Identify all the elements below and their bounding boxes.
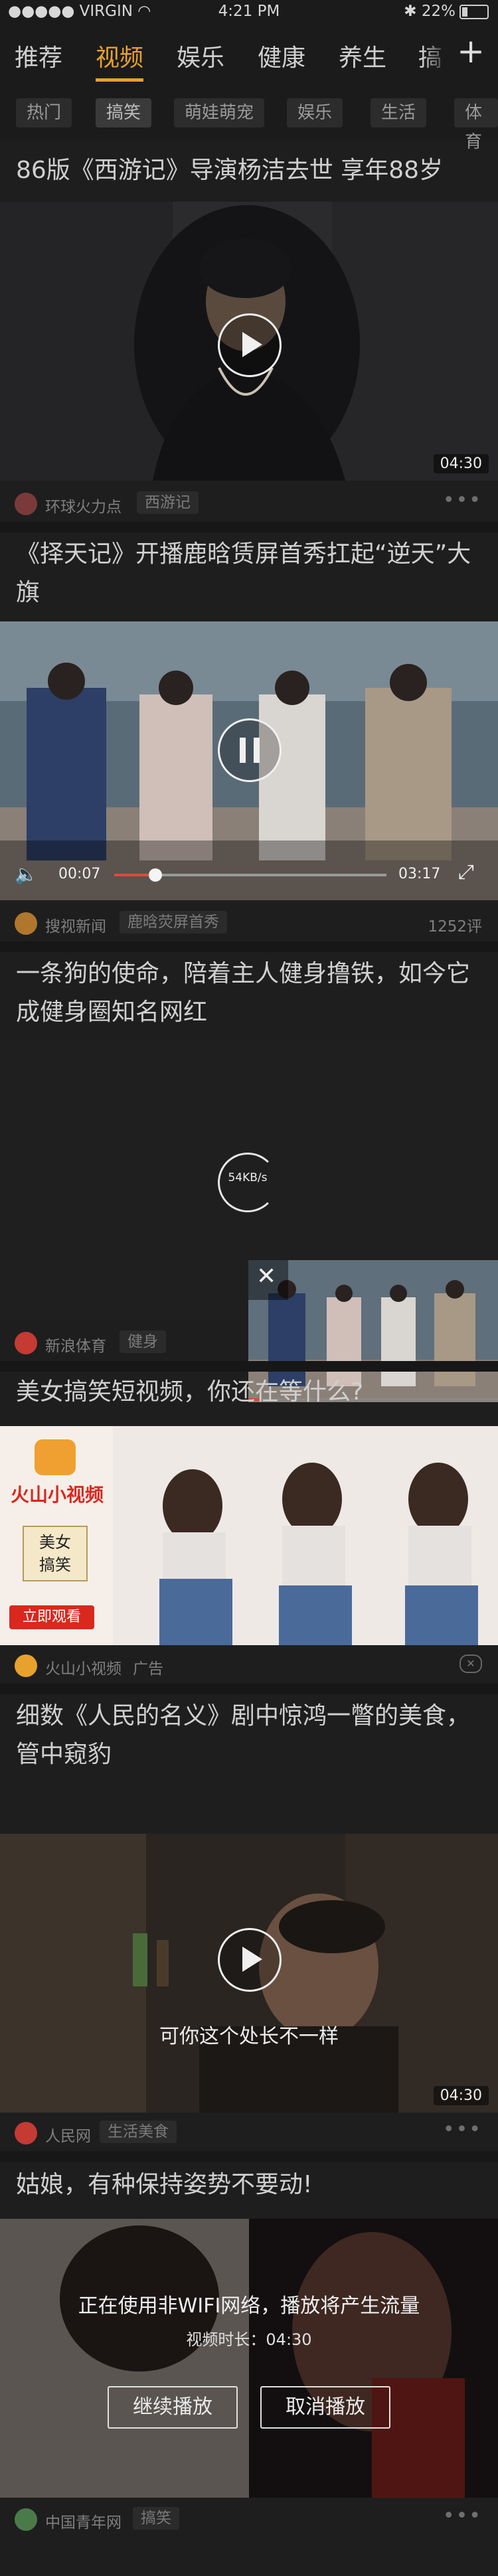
duration-badge: 04:30 [433,454,489,473]
progress-fill [114,874,154,876]
tab-recommend[interactable]: 推荐 [15,39,62,73]
source-avatar [15,2508,37,2531]
tab-video[interactable]: 视频 [96,39,143,73]
chip-funny[interactable]: 搞笑 [96,98,152,127]
status-bar: ●●●●● VIRGIN ◠ 4:21 PM ✱ 22% [0,0,498,24]
progress-thumb[interactable] [149,868,162,882]
fullscreen-icon[interactable]: ⤢ [458,860,474,884]
ad-tag: 美女 搞笑 [23,1526,88,1581]
item-title[interactable]: 姑娘，有种保持姿势不要动! [16,2166,482,2204]
subcategory-bar: 热门 搞笑 萌娃萌宠 娱乐 生活 体育 [0,88,498,152]
volume-icon[interactable]: 🔈 [15,863,38,885]
add-channel-icon[interactable]: + [457,32,485,70]
source-name[interactable]: 环球火力点 [45,494,122,517]
watch-now-button[interactable]: 立即观看 [9,1605,94,1629]
battery-percent: 22% [421,3,456,20]
chip-pets[interactable]: 萌娃萌宠 [174,98,265,127]
more-icon[interactable]: ••• [443,2504,482,2528]
item-title[interactable]: 一条狗的使命，陪着主人健身撸铁，如今它成健身圈知名网红 [16,955,482,1032]
progress-track[interactable] [114,868,386,882]
video-network-warning[interactable]: 正在使用非WIFI网络，播放将产生流量 视频时长：04:30 继续播放 取消播放 [0,2219,498,2498]
dismiss-ad-icon[interactable]: ✕ [459,1654,482,1673]
item-title[interactable]: 美女搞笑短视频，你还在等什么? [16,1373,482,1411]
topic-tag[interactable]: 健身 [120,1330,166,1353]
video-player[interactable]: 🔈 00:07 03:17 ⤢ [0,621,498,900]
loading-speed: 54KB/s [228,1171,268,1184]
tabs-fade [422,24,449,88]
video-thumbnail[interactable]: 04:30 [0,202,498,481]
bluetooth-icon: ✱ [404,3,417,20]
tab-health[interactable]: 健康 [258,39,305,73]
battery-area: ✱ 22% [404,3,489,20]
item-meta: 搜视新闻 鹿晗荧屏首秀 1252评 [0,904,498,941]
item-meta: 人民网 生活美食 ••• [0,2114,498,2151]
source-avatar [15,1654,37,1677]
chip-hot[interactable]: 热门 [16,98,72,127]
channel-nav: 推荐 视频 娱乐 健康 养生 搞 + [0,24,498,88]
item-meta: 中国青年网 搞笑 ••• [0,2500,498,2537]
video-thumbnail[interactable]: 可你这个处长不一样 04:30 [0,1834,498,2113]
item-title[interactable]: 86版《西游记》导演杨洁去世 享年88岁 [16,151,482,190]
divider [0,522,498,532]
item-meta: 新浪体育 健身 [0,1324,498,1361]
cancel-play-button[interactable]: 取消播放 [260,2386,390,2429]
network-warning-message: 正在使用非WIFI网络，播放将产生流量 [78,2294,420,2318]
play-button[interactable] [218,313,282,377]
more-icon[interactable]: ••• [443,2118,482,2141]
ad-brand: 火山小视频 [10,1484,104,1506]
source-name[interactable]: 新浪体育 [45,1333,106,1356]
continue-play-button[interactable]: 继续播放 [108,2386,238,2429]
pause-button[interactable] [218,718,282,782]
source-avatar [15,2122,37,2144]
ad-banner[interactable]: 火山小视频 美女 搞笑 立即观看 [0,1426,498,1645]
duration-badge: 04:30 [433,2086,489,2105]
divider [0,1361,498,1372]
divider [0,2151,498,2162]
video-length: 视频时长：04:30 [186,2330,312,2349]
play-button[interactable] [218,1928,282,1992]
item-meta: 环球火力点 西游记 ••• [0,485,498,522]
close-icon[interactable]: ✕ [256,1263,276,1290]
item-title[interactable]: 细数《人民的名义》剧中惊鸿一瞥的美食，管中窥豹 [16,1697,482,1774]
comment-count[interactable]: 1252评 [428,914,482,936]
chip-sports[interactable]: 体育 [454,98,498,152]
elapsed-time: 00:07 [58,866,101,882]
source-avatar [15,493,37,515]
topic-tag[interactable]: 鹿晗荧屏首秀 [120,911,227,933]
tab-entertainment[interactable]: 娱乐 [177,39,224,73]
divider [0,941,498,952]
source-name[interactable]: 人民网 [45,2123,91,2146]
total-time: 03:17 [398,866,441,882]
subtitle-text: 可你这个处长不一样 [159,2025,339,2048]
active-tab-underline [96,78,143,82]
battery-icon [459,4,489,19]
source-name[interactable]: 火山小视频 [45,1656,122,1678]
topic-tag[interactable]: 搞笑 [133,2507,179,2530]
item-title[interactable]: 《择天记》开播鹿晗赁屏首秀扛起“逆天”大旗 [16,535,482,612]
source-name[interactable]: 中国青年网 [45,2510,122,2532]
more-icon[interactable]: ••• [443,489,482,512]
source-avatar [15,1332,37,1354]
item-meta: 火山小视频 广告 ✕ [0,1647,498,1684]
tab-wellness[interactable]: 养生 [339,39,386,73]
thumbnail-image [0,2219,498,2498]
ad-label: 广告 [133,1660,163,1678]
topic-tag[interactable]: 西游记 [137,491,199,514]
source-avatar [15,912,37,935]
topic-tag[interactable]: 生活美食 [100,2121,177,2143]
chip-entertainment[interactable]: 娱乐 [287,98,343,127]
brand-logo-icon [35,1439,76,1475]
divider [0,1684,498,1694]
source-name[interactable]: 搜视新闻 [45,914,106,936]
chip-life[interactable]: 生活 [371,98,427,127]
